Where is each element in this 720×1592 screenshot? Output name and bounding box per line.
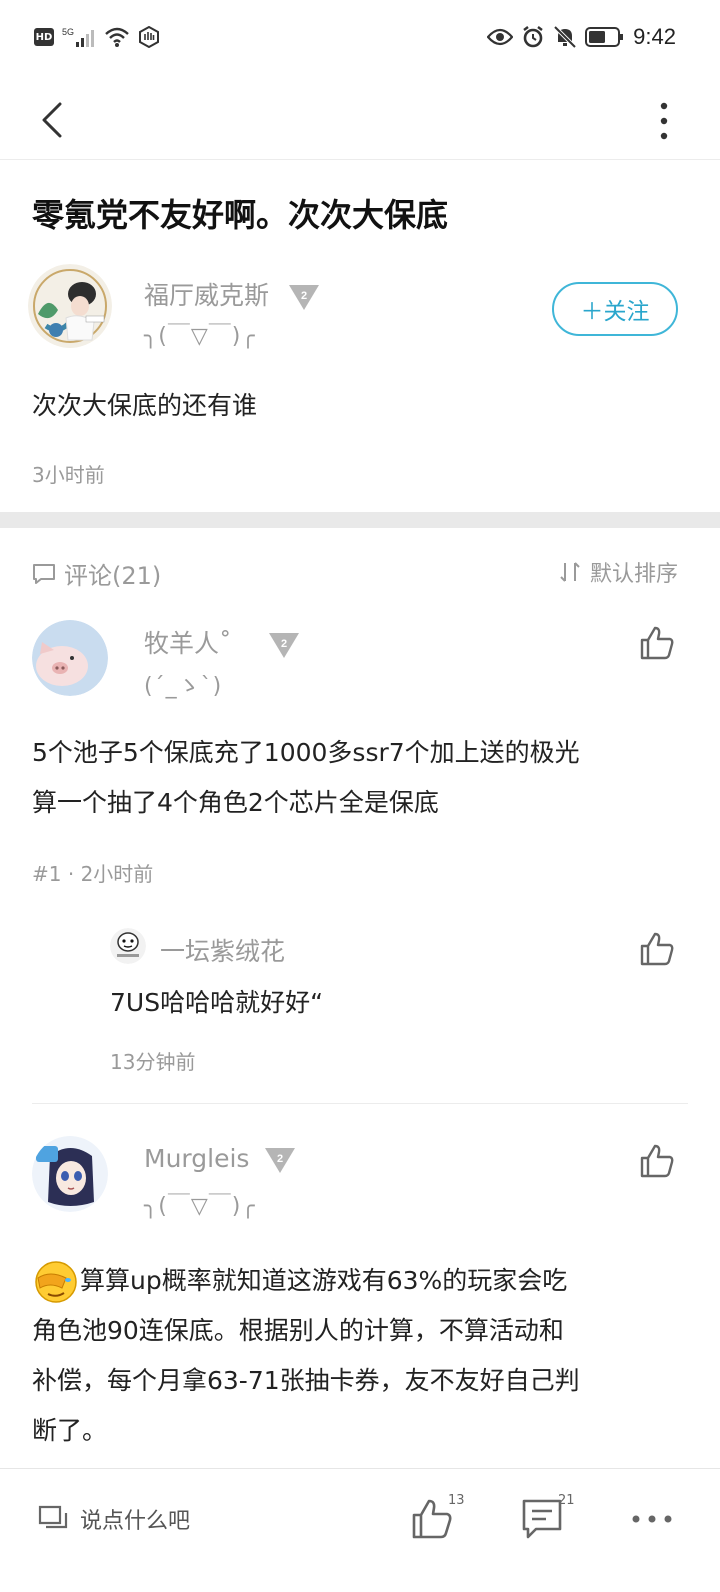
- reply-avatar[interactable]: [110, 928, 146, 964]
- comment-meta: #1 · 2小时前: [32, 858, 153, 887]
- status-right: 9:42: [487, 24, 676, 50]
- edit-comment-icon: [38, 1505, 68, 1529]
- reply-name[interactable]: 一坛紫绒花: [160, 932, 285, 968]
- section-separator: [0, 512, 720, 528]
- like-icon[interactable]: [638, 1142, 676, 1180]
- commenter-name-text: Murgleis: [144, 1144, 250, 1173]
- comment-line: 算算up概率就知道这游戏有63%的玩家会吃: [32, 1256, 580, 1306]
- comment-bubble-icon: [33, 563, 55, 584]
- eye-icon: [487, 28, 514, 46]
- comment-input-placeholder: 说点什么吧: [80, 1509, 191, 1534]
- comment-time: 2小时前: [80, 862, 154, 886]
- commenter-name[interactable]: 牧羊人˚ 2: [144, 624, 301, 660]
- signal-icon: 5G: [62, 27, 94, 47]
- wifi-icon: [105, 27, 129, 47]
- commenter-name[interactable]: Murgleis 2: [144, 1144, 297, 1175]
- commenter-avatar[interactable]: [32, 1136, 108, 1212]
- level-badge-icon: 2: [265, 1148, 296, 1173]
- commenter-signature: ╮(￣▽￣)╭: [144, 1194, 256, 1219]
- author-name-text: 福厅威克斯: [144, 281, 270, 310]
- bottom-action-bar: 说点什么吧 13 21: [0, 1468, 720, 1592]
- hand-icon: [139, 26, 159, 48]
- reply-time: 13分钟前: [110, 1050, 196, 1074]
- comments-count: 21: [558, 1493, 575, 1508]
- status-left: HD 5G: [34, 26, 160, 48]
- svg-text:5G: 5G: [62, 27, 74, 37]
- meta-dot: ·: [67, 862, 81, 886]
- post-title: 零氪党不友好啊。次次大保底: [32, 196, 449, 234]
- post-body: 次次大保底的还有谁: [32, 391, 258, 420]
- sort-label: 默认排序: [589, 562, 678, 587]
- comment-divider: [32, 1103, 688, 1104]
- level-badge-icon: 2: [288, 285, 319, 310]
- reply-body: 7US哈哈哈就好好“: [110, 988, 324, 1017]
- author-name[interactable]: 福厅威克斯 2: [144, 276, 321, 312]
- comment-floor: #1: [32, 862, 62, 886]
- comment-line-text: 算算up概率就知道这游戏有63%的玩家会吃: [80, 1266, 568, 1295]
- author-signature: ╮(￣▽￣)╭: [144, 324, 256, 349]
- comment-body: 5个池子5个保底充了1000多ssr7个加上送的极光 算一个抽了4个角色2个芯片…: [32, 728, 580, 828]
- comment-line: 角色池90连保底。根据别人的计算，不算活动和: [32, 1316, 564, 1345]
- alarm-icon: [523, 26, 543, 48]
- comment-body: 算算up概率就知道这游戏有63%的玩家会吃 角色池90连保底。根据别人的计算，不…: [32, 1256, 580, 1456]
- comments-header: 评论(21): [32, 556, 161, 591]
- commenter-avatar[interactable]: [32, 620, 108, 696]
- follow-button[interactable]: ＋关注: [552, 282, 678, 336]
- comment-line: 断了。: [32, 1416, 108, 1445]
- more-horizontal-icon[interactable]: [630, 1497, 674, 1541]
- svg-text:2: 2: [281, 638, 287, 650]
- commenter-name-text: 牧羊人˚: [144, 629, 232, 658]
- battery-icon: [585, 27, 624, 47]
- sort-icon: [560, 562, 580, 582]
- author-avatar[interactable]: [28, 264, 112, 348]
- like-icon[interactable]: [638, 624, 676, 662]
- mute-bell-icon: [553, 25, 577, 49]
- svg-text:2: 2: [277, 1153, 283, 1165]
- level-badge-icon: 2: [269, 633, 300, 658]
- comment-line: 算一个抽了4个角色2个芯片全是保底: [32, 788, 439, 817]
- post-time: 3小时前: [32, 463, 105, 487]
- back-arrow-icon[interactable]: [36, 94, 76, 144]
- status-bar: HD 5G 9:42: [0, 0, 720, 80]
- comments-count-label: 评论(21): [64, 562, 162, 590]
- top-nav-bar: [0, 80, 720, 160]
- clock-time: 9:42: [633, 24, 676, 49]
- commenter-signature: (´_ゝ`): [144, 674, 223, 699]
- more-vertical-icon[interactable]: [652, 94, 676, 144]
- comment-input[interactable]: 说点什么吧: [38, 1503, 190, 1535]
- facepalm-emoji-icon: [35, 1261, 77, 1303]
- hd-icon: HD: [34, 28, 54, 46]
- like-icon[interactable]: [638, 930, 676, 968]
- svg-text:2: 2: [301, 290, 307, 302]
- sort-button[interactable]: 默认排序: [558, 556, 678, 588]
- like-count: 13: [448, 1493, 465, 1508]
- comment-line: 补偿，每个月拿63-71张抽卡券，友不友好自己判: [32, 1366, 580, 1395]
- comment-line: 5个池子5个保底充了1000多ssr7个加上送的极光: [32, 738, 580, 767]
